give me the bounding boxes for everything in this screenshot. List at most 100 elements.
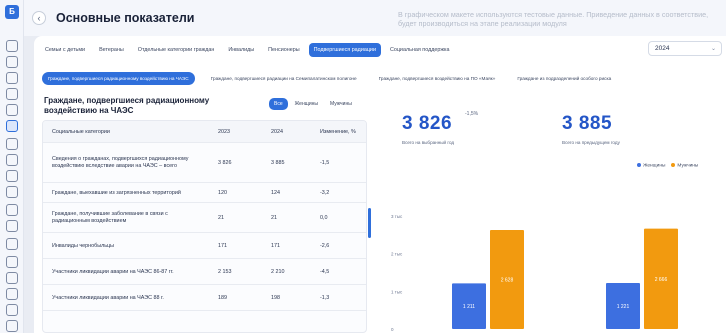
bar-value-label: 2 666 <box>655 277 668 283</box>
table-scrollbar[interactable] <box>368 208 371 238</box>
stat-selected-caption: Всего на выбранный год <box>402 140 455 145</box>
card-icon[interactable] <box>6 220 18 232</box>
chevron-down-icon: ⌄ <box>710 46 716 52</box>
legend-men-swatch <box>671 163 676 167</box>
settings-icon[interactable] <box>6 304 18 316</box>
table-cell: Сведения о гражданах, подвергшихся радиа… <box>52 156 189 169</box>
subtab-1[interactable]: Граждане, подвергшиеся радиации на Семип… <box>205 72 363 85</box>
star-icon[interactable] <box>6 170 18 182</box>
building-icon[interactable] <box>6 56 18 68</box>
table-cell: -4,5 <box>320 269 330 275</box>
tab-0[interactable]: Семьи с детьми <box>40 43 90 57</box>
people-icon[interactable] <box>6 120 18 132</box>
table-cell: Инвалиды чернобыльцы <box>52 242 114 249</box>
subtab-2[interactable]: Граждане, подвергшиеся воздействию на ПО… <box>373 72 502 85</box>
table-row: Инвалиды чернобыльцы 171 171 -2,6 <box>43 233 366 259</box>
document-icon[interactable] <box>6 88 18 100</box>
stat-previous-caption: Всего на предыдущем году <box>562 140 620 145</box>
table-cell: 2 210 <box>271 269 285 275</box>
pencil-icon[interactable] <box>6 104 18 116</box>
tab-2[interactable]: Отдельные категории граждан <box>133 43 220 57</box>
page-title: Основные показатели <box>56 11 195 25</box>
chevron-left-icon: ‹ <box>37 13 41 23</box>
top-bar: ‹ Основные показатели В графическом маке… <box>24 0 726 36</box>
legend-men: Мужчины <box>671 163 698 168</box>
table-cell: -2,6 <box>320 243 330 249</box>
bar-value-label: 2 628 <box>501 278 514 284</box>
tab-4[interactable]: Пенсионеры <box>263 43 304 57</box>
stat-previous-year: 3 885 Всего на предыдущем году <box>550 105 724 151</box>
gender-filter: Все Женщины Мужчины <box>269 98 357 110</box>
table-cell: 3 885 <box>271 160 285 166</box>
table-cell: -3,2 <box>320 190 330 196</box>
gender-tab-0[interactable]: Все <box>269 98 288 110</box>
bank-icon[interactable] <box>6 238 18 250</box>
leaf-icon[interactable] <box>6 272 18 284</box>
subtab-3[interactable]: Граждане из подразделений особого риска <box>511 72 617 85</box>
gender-tab-1[interactable]: Женщины <box>290 98 323 110</box>
chart-icon[interactable] <box>6 72 18 84</box>
column-header: Изменение, % <box>320 129 356 135</box>
legend-women-swatch <box>637 163 641 167</box>
categories-table: Социальные категории 2023 2024 Изменение, %… <box>42 120 367 333</box>
table-cell: 3 826 <box>218 160 232 166</box>
subtab-0[interactable]: Граждане, подвергшиеся радиационному воз… <box>42 72 195 85</box>
stat-selected-change: -1,5% <box>465 111 479 117</box>
tab-6[interactable]: Социальная поддержка <box>385 43 455 57</box>
category-tabs: Семьи с детьми Ветераны Отдельные категори… <box>40 42 454 57</box>
table-cell: -1,3 <box>320 295 330 301</box>
table-cell: 171 <box>218 243 227 249</box>
tab-1[interactable]: Ветераны <box>94 43 129 57</box>
table-cell: 171 <box>271 243 280 249</box>
subcategory-tabs: Граждане, подвергшиеся радиационному воз… <box>42 72 617 85</box>
table-cell: 0,0 <box>320 215 328 221</box>
year-select[interactable]: 2024 ⌄ <box>648 41 722 56</box>
stat-previous-value: 3 885 <box>562 113 613 134</box>
table-cell: Участники ликвидации аварии на ЧАЭС 88 г… <box>52 294 164 301</box>
bar-value-label: 1 211 <box>463 304 475 310</box>
book-icon[interactable] <box>6 154 18 166</box>
column-header: 2024 <box>271 129 283 135</box>
table-cell: 124 <box>271 190 280 196</box>
table-cell: 120 <box>218 190 227 196</box>
app-logo[interactable]: Б <box>5 5 19 19</box>
globe-icon[interactable] <box>6 40 18 52</box>
column-header: 2023 <box>218 129 230 135</box>
grid-icon[interactable] <box>6 320 18 332</box>
stat-selected-value: 3 826 <box>402 113 453 134</box>
column-header: Социальные категории <box>52 128 110 135</box>
stat-selected-year: 3 826 -1,5% Всего на выбранный год <box>390 105 548 151</box>
y-tick-label: 1 тыс <box>391 289 403 294</box>
tab-5[interactable]: Подвергшиеся радиации <box>308 42 381 57</box>
location-icon[interactable] <box>6 138 18 150</box>
test-data-note: В графическом макете используются тестов… <box>398 10 709 28</box>
table-row: Граждане, выехавшие из загрязненных терр… <box>43 183 366 203</box>
chart-legend: Женщины Мужчины <box>637 163 698 168</box>
bar-chart: 01 тыс2 тыс3 тыс1 2112 62820231 2212 666… <box>391 214 678 332</box>
table-header: Социальные категории 2023 2024 Изменение, % <box>43 121 366 143</box>
tab-3[interactable]: Инвалиды <box>223 43 259 57</box>
clock-icon[interactable] <box>6 288 18 300</box>
section-title: Граждане, подвергшиеся радиационному воз… <box>44 96 210 115</box>
legend-women: Женщины <box>637 163 665 168</box>
table-cell: 2 153 <box>218 269 232 275</box>
legend-women-label: Женщины <box>643 163 666 169</box>
home-icon[interactable] <box>6 204 18 216</box>
legend-men-label: Мужчины <box>677 163 699 169</box>
table-cell: Граждане, выехавшие из загрязненных терр… <box>52 189 181 196</box>
clipboard-icon[interactable] <box>6 186 18 198</box>
table-cell: 189 <box>218 295 227 301</box>
main-panel: Семьи с детьми Ветераны Отдельные категори… <box>34 36 726 333</box>
back-button[interactable]: ‹ <box>32 11 46 25</box>
table-cell: Участники ликвидации аварии на ЧАЭС 86-8… <box>52 268 174 275</box>
flag-icon[interactable] <box>6 256 18 268</box>
table-row: Граждане, получившие заболевание в связи… <box>43 203 366 233</box>
year-select-value: 2024 <box>655 45 670 52</box>
gender-tab-2[interactable]: Мужчины <box>325 98 357 110</box>
bar-value-label: 1 221 <box>617 304 630 310</box>
table-cell: 21 <box>218 215 224 221</box>
table-cell: Граждане, получившие заболевание в связи… <box>52 211 168 224</box>
y-tick-label: 2 тыс <box>391 252 403 257</box>
table-cell: -1,5 <box>320 160 330 166</box>
table-cell: 198 <box>271 295 280 301</box>
